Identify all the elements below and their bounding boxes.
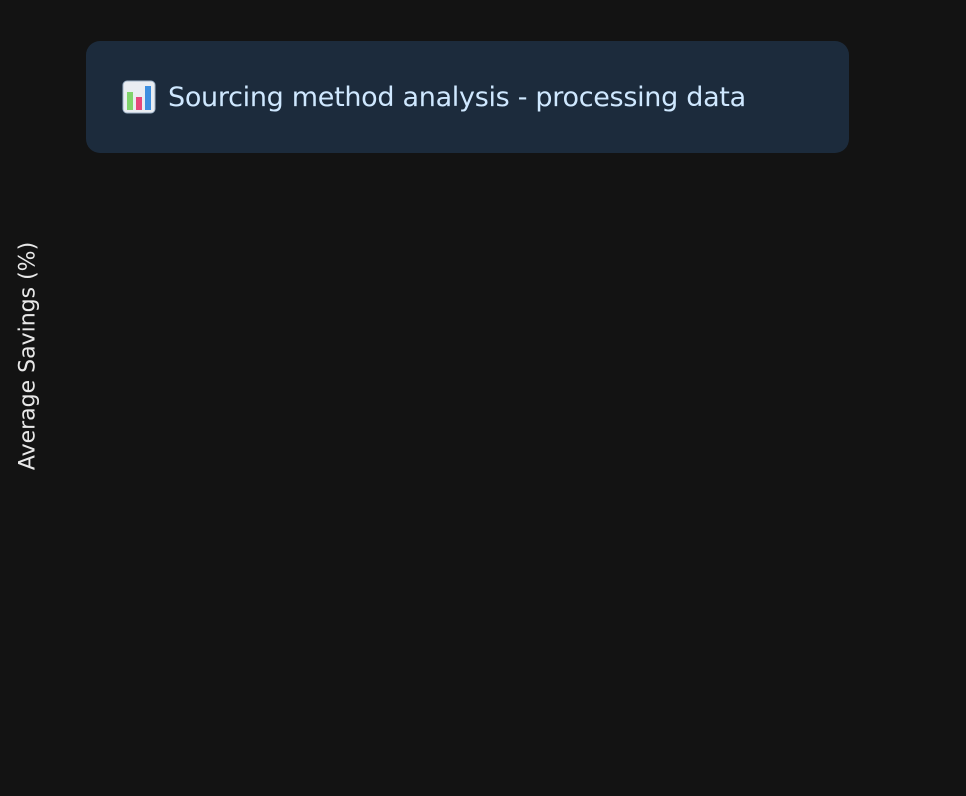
bar-chart-icon	[122, 80, 156, 114]
status-info-box: Sourcing method analysis - processing da…	[86, 41, 849, 153]
status-message: Sourcing method analysis - processing da…	[168, 81, 746, 113]
y-axis-label: Average Savings (%)	[15, 241, 41, 471]
page: Sourcing method analysis - processing da…	[0, 0, 966, 796]
